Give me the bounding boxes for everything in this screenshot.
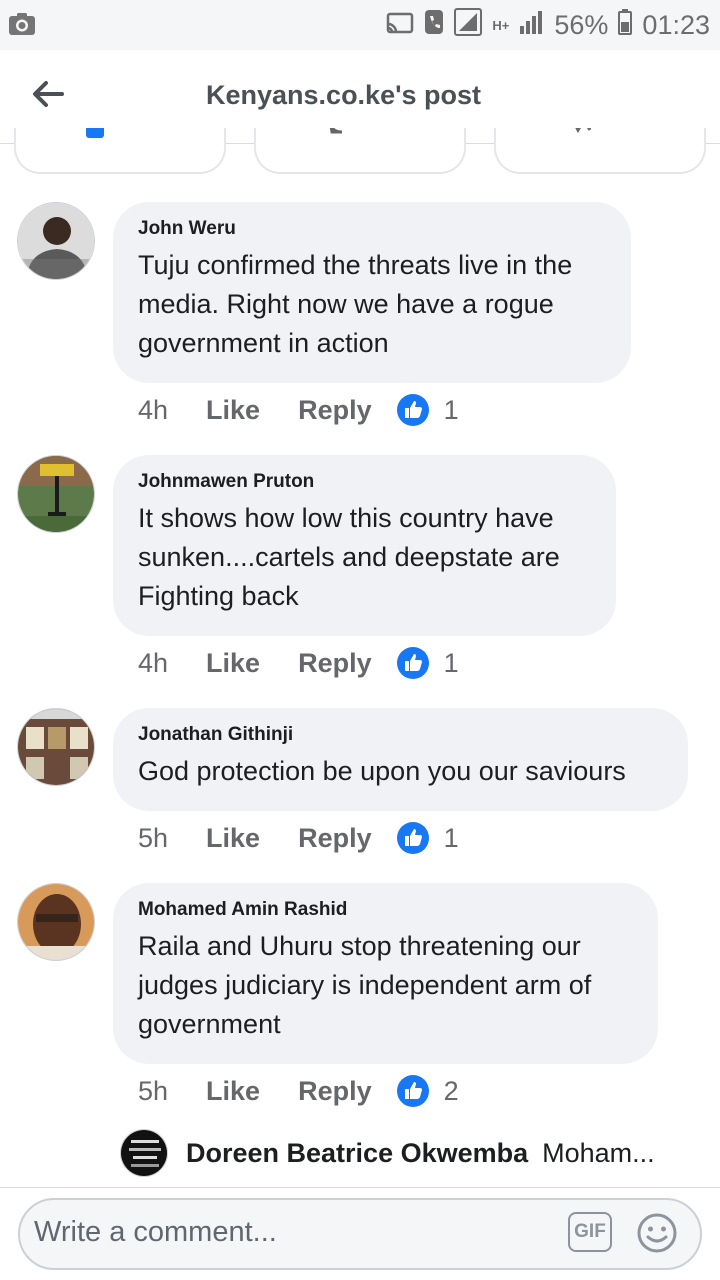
like-button[interactable]: Like [206,648,260,679]
reply-author[interactable]: Doreen Beatrice Okwemba [186,1138,528,1169]
comment-author[interactable]: Jonathan Githinji [138,724,662,746]
like-reaction-icon[interactable] [396,1075,429,1107]
comment-composer: GIF [18,1198,702,1270]
comment-icon [329,128,343,134]
emoji-icon[interactable] [636,1212,678,1254]
page-title: Kenyans.co.ke's post [206,80,482,110]
comment-bubble[interactable]: John Weru Tuju confirmed the threats liv… [113,202,631,383]
like-button[interactable]: Like [206,1076,260,1107]
like-reaction-icon[interactable] [396,394,429,426]
like-button[interactable]: Like [206,823,260,854]
comment-bubble[interactable]: Jonathan Githinji God protection be upon… [113,708,688,811]
reply-button[interactable]: Reply [298,823,372,854]
share-icon [575,128,592,134]
comment-author[interactable]: Mohamed Amin Rashid [138,899,632,921]
reaction-count[interactable]: 2 [444,1076,459,1107]
reply-button[interactable]: Reply [298,395,372,426]
comment-text: Raila and Uhuru stop threatening our jud… [138,931,592,1039]
camera-icon [8,12,36,41]
signal-sim1-icon [454,8,483,43]
comment-bubble[interactable]: Mohamed Amin Rashid Raila and Uhuru stop… [113,883,658,1064]
like-button[interactable]: Like [206,395,260,426]
comment-time[interactable]: 5h [138,1076,168,1107]
comment-actions: 5h Like Reply 2 [138,1075,459,1107]
comment-time[interactable]: 4h [138,648,168,679]
comment-input[interactable] [34,1216,554,1249]
comment-text: Tuju confirmed the threats live in the m… [138,250,573,358]
comment-text: It shows how low this country have sunke… [138,503,560,611]
reaction-pill-comment[interactable] [254,128,466,174]
avatar[interactable] [17,202,95,280]
comment-actions: 5h Like Reply 1 [138,822,459,854]
signal-sim2-icon [518,9,544,42]
avatar[interactable] [17,455,95,533]
comment-author[interactable]: Johnmawen Pruton [138,471,590,493]
network-type-icon: H+ [492,18,510,33]
comment-bubble[interactable]: Johnmawen Pruton It shows how low this c… [113,455,616,636]
comment-time[interactable]: 4h [138,395,168,426]
reaction-pill-like[interactable] [14,128,226,174]
reaction-count[interactable]: 1 [444,395,459,426]
reply-preview[interactable]: Doreen Beatrice Okwemba Moham... [120,1128,655,1178]
reply-avatar[interactable] [120,1129,168,1177]
clock: 01:23 [642,10,710,40]
reaction-count[interactable]: 1 [444,823,459,854]
reply-snippet: Moham... [542,1137,655,1168]
reaction-count[interactable]: 1 [444,648,459,679]
reaction-pill-share[interactable] [494,128,706,174]
comment-time[interactable]: 5h [138,823,168,854]
status-bar: H+ 56% 01:23 [0,0,720,50]
reply-button[interactable]: Reply [298,1076,372,1107]
avatar[interactable] [17,708,95,786]
phone-icon [424,9,444,42]
like-reaction-icon[interactable] [396,822,429,854]
like-reaction-icon[interactable] [396,647,429,679]
comment-author[interactable]: John Weru [138,218,605,240]
comment-actions: 4h Like Reply 1 [138,647,459,679]
avatar[interactable] [17,883,95,961]
battery-icon [618,9,633,42]
comment-text: God protection be upon you our saviours [138,756,626,786]
back-arrow-icon[interactable] [28,74,68,114]
reply-button[interactable]: Reply [298,648,372,679]
like-icon [86,128,104,138]
cast-icon [386,10,414,41]
battery-percent: 56% [554,10,609,40]
comment-actions: 4h Like Reply 1 [138,394,459,426]
gif-button[interactable]: GIF [568,1212,612,1252]
comment-composer-bar: GIF [0,1187,720,1280]
